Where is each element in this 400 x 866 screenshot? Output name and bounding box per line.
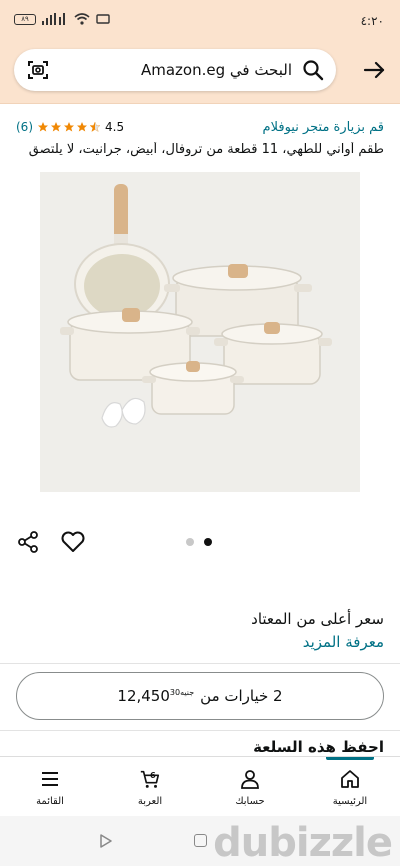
status-time: ٤:٢٠	[360, 14, 384, 28]
product-title: طقم أواني للطهي، 11 قطعة من تروفال، أبيض…	[28, 142, 384, 157]
nav-cart-label: العربة	[137, 796, 163, 807]
dubizzle-watermark: dubizzle	[213, 820, 393, 866]
back-arrow-icon[interactable]	[362, 58, 386, 82]
share-icon[interactable]	[16, 530, 40, 554]
rating-value: 4.5	[105, 120, 125, 134]
app-header: البحث في Amazon.eg	[0, 42, 400, 104]
divider	[0, 730, 400, 731]
price-currency: جنيه	[180, 688, 195, 697]
cart-icon: 6	[140, 770, 160, 788]
save-heading-part1: احفظ	[341, 738, 384, 758]
divider	[0, 663, 400, 664]
save-item-heading: احفظ هذه السلعة	[253, 738, 384, 758]
status-icons: ٨٩	[14, 13, 110, 25]
search-icon[interactable]	[302, 59, 324, 81]
cart-badge: 6	[150, 770, 156, 780]
battery-level: ٨٩	[21, 14, 29, 23]
nav-account[interactable]: حسابك	[200, 757, 300, 816]
menu-icon	[42, 772, 58, 786]
star-icon	[64, 122, 74, 132]
system-back-icon[interactable]	[98, 834, 112, 848]
star-icon	[38, 122, 48, 132]
camera-scan-icon[interactable]	[26, 58, 50, 82]
system-recents-icon[interactable]	[194, 834, 207, 847]
signal-icon	[42, 13, 65, 25]
search-bar[interactable]: البحث في Amazon.eg	[14, 49, 336, 91]
review-count[interactable]: (6)	[16, 120, 33, 134]
learn-more-link[interactable]: معرفة المزيد	[303, 633, 384, 651]
options-prefix: 2 خيارات من	[200, 687, 283, 705]
account-icon	[241, 770, 259, 789]
heart-icon[interactable]	[60, 530, 86, 554]
price-higher-note: سعر أعلى من المعتاد	[251, 610, 384, 628]
rating-summary[interactable]: (6) 4.5	[16, 120, 124, 134]
carousel-dot-active[interactable]	[204, 538, 212, 546]
nav-home[interactable]: الرئيسية	[300, 757, 400, 816]
home-icon	[341, 770, 359, 788]
star-half-icon	[89, 121, 101, 132]
options-price: جنيه 12,45030	[117, 687, 194, 705]
nav-menu[interactable]: القائمة	[0, 757, 100, 816]
carousel-dot[interactable]	[186, 538, 194, 546]
buying-options-button[interactable]: 2 خيارات من جنيه 12,45030	[16, 672, 384, 720]
wifi-icon	[74, 13, 90, 25]
product-image[interactable]	[40, 172, 360, 492]
store-link[interactable]: قم بزيارة متجر نيوفلام	[263, 120, 384, 135]
carousel-dots	[186, 538, 212, 546]
product-brand-row: قم بزيارة متجر نيوفلام (6) 4.5	[16, 120, 384, 138]
nav-account-label: حسابك	[235, 796, 265, 807]
save-heading-part2: هذه السلعة	[253, 738, 336, 756]
notification-icon	[96, 14, 110, 24]
star-icon	[51, 122, 61, 132]
price-fraction: 30	[169, 688, 181, 697]
nav-menu-label: القائمة	[36, 796, 64, 807]
status-bar: ٨٩ ٤:٢٠	[0, 0, 400, 42]
cookware-illustration	[60, 184, 332, 428]
nav-cart[interactable]: 6 العربة	[100, 757, 200, 816]
nav-home-label: الرئيسية	[332, 796, 368, 807]
bottom-nav: القائمة 6 العربة حسابك الرئيسية	[0, 756, 400, 816]
battery-icon: ٨٩	[14, 13, 36, 25]
star-rating	[37, 121, 101, 133]
star-icon	[77, 122, 87, 132]
search-input[interactable]: البحث في Amazon.eg	[50, 61, 302, 79]
price-amount: 12,450	[117, 687, 170, 705]
